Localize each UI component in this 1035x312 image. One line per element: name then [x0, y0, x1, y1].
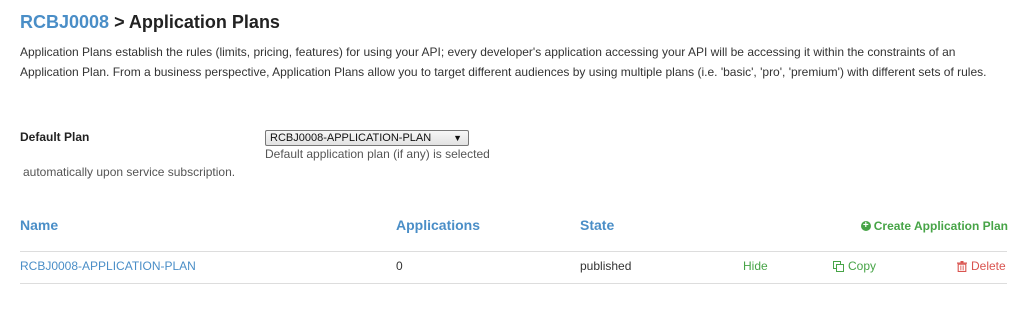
plan-applications-count: 0	[396, 259, 403, 273]
table-header-divider	[20, 251, 1007, 252]
plan-name-link[interactable]: RCBJ0008-APPLICATION-PLAN	[20, 259, 196, 273]
delete-plan-label: Delete	[971, 259, 1006, 273]
column-header-applications[interactable]: Applications	[396, 217, 480, 233]
copy-plan-button[interactable]: Copy	[833, 259, 876, 273]
default-plan-hint-line1: Default application plan (if any) is sel…	[265, 147, 490, 161]
description-text: Application Plans establish the rules (l…	[20, 45, 987, 79]
breadcrumb-separator: >	[109, 12, 129, 32]
trash-icon	[957, 260, 967, 272]
copy-plan-label: Copy	[848, 259, 877, 273]
page-title: RCBJ0008 > Application Plans	[20, 11, 280, 33]
default-plan-label: Default Plan	[20, 130, 90, 144]
triangle-down-icon: ▼	[453, 133, 462, 143]
plan-state: published	[580, 259, 632, 273]
default-plan-select[interactable]: RCBJ0008-APPLICATION-PLAN ▼	[265, 130, 469, 146]
table-row-divider	[20, 283, 1007, 284]
delete-plan-button[interactable]: Delete	[957, 259, 1006, 273]
create-application-plan-button[interactable]: + Create Application Plan	[860, 219, 1008, 233]
column-header-name[interactable]: Name	[20, 217, 58, 233]
column-header-state[interactable]: State	[580, 217, 614, 233]
page-title-text: Application Plans	[128, 12, 280, 32]
service-breadcrumb-link[interactable]: RCBJ0008	[20, 12, 109, 32]
default-plan-select-value: RCBJ0008-APPLICATION-PLAN	[270, 132, 432, 144]
hide-plan-button[interactable]: Hide	[743, 259, 768, 273]
plus-circle-icon: +	[860, 221, 871, 231]
create-application-plan-label: Create Application Plan	[873, 219, 1008, 233]
copy-icon	[833, 260, 844, 272]
default-plan-hint-line2: automatically upon service subscription.	[23, 165, 236, 179]
